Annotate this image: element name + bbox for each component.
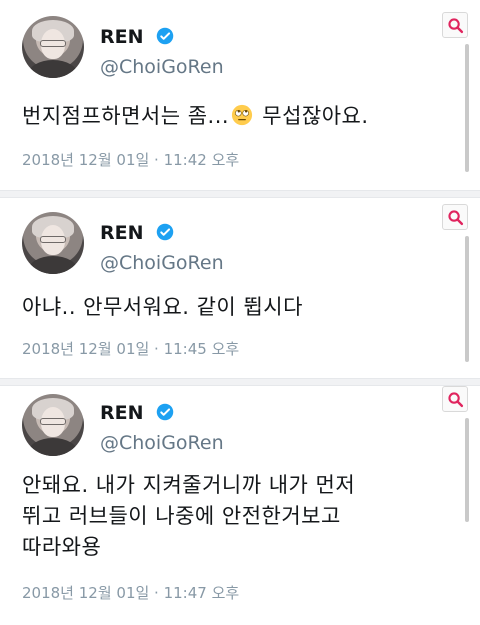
- display-name[interactable]: REN: [100, 402, 174, 424]
- tweet-timestamp[interactable]: 2018년 12월 01일 · 11:42 오후: [22, 149, 239, 170]
- tweet-timestamp[interactable]: 2018년 12월 01일 · 11:45 오후: [22, 338, 239, 359]
- avatar[interactable]: [22, 394, 84, 456]
- display-name[interactable]: REN: [100, 26, 174, 48]
- search-icon: [448, 210, 464, 226]
- verified-badge-icon: [156, 403, 174, 421]
- scrollbar[interactable]: [465, 44, 469, 172]
- user-handle[interactable]: @ChoiGoRen: [100, 56, 224, 78]
- tweet-text: 번지점프하면서는 좀... 무섭잖아요.: [22, 104, 369, 128]
- tweet-timestamp[interactable]: 2018년 12월 01일 · 11:47 오후: [22, 582, 239, 603]
- tweet-text-line: 뛰고 러브들이 나중에 안전한거보고: [22, 504, 341, 528]
- user-handle[interactable]: @ChoiGoRen: [100, 432, 224, 454]
- search-button[interactable]: [442, 204, 468, 230]
- avatar[interactable]: [22, 212, 84, 274]
- tweet-card[interactable]: REN @ChoiGoRen 아냐.. 안무서워요. 같이 뜁시다 2018년 …: [0, 198, 480, 378]
- verified-badge-icon: [156, 27, 174, 45]
- display-name[interactable]: REN: [100, 222, 174, 244]
- tweet-text-line: 안돼요. 내가 지켜줄거니까 내가 먼저: [22, 473, 356, 497]
- divider: [0, 378, 480, 386]
- search-button[interactable]: [442, 386, 468, 412]
- tweet-text-line: 따라와용: [22, 535, 102, 559]
- scrollbar[interactable]: [465, 236, 469, 362]
- search-button[interactable]: [442, 12, 468, 38]
- tweet-text: 안돼요. 내가 지켜줄거니까 내가 먼저 뛰고 러브들이 나중에 안전한거보고 …: [22, 470, 355, 563]
- rolling-eyes-emoji: [232, 104, 253, 126]
- search-icon: [448, 18, 464, 34]
- tweet-card[interactable]: REN @ChoiGoRen 안돼요. 내가 지켜줄거니까 내가 먼저 뛰고 러…: [0, 386, 480, 625]
- tweet-card[interactable]: REN @ChoiGoRen 번지점프하면서는 좀... 무섭잖아요. 2018…: [0, 0, 480, 190]
- user-handle[interactable]: @ChoiGoRen: [100, 252, 224, 274]
- search-icon: [448, 392, 464, 408]
- scrollbar[interactable]: [465, 418, 469, 522]
- tweet-text: 아냐.. 안무서워요. 같이 뜁시다: [22, 295, 303, 319]
- verified-badge-icon: [156, 223, 174, 241]
- avatar[interactable]: [22, 16, 84, 78]
- divider: [0, 190, 480, 198]
